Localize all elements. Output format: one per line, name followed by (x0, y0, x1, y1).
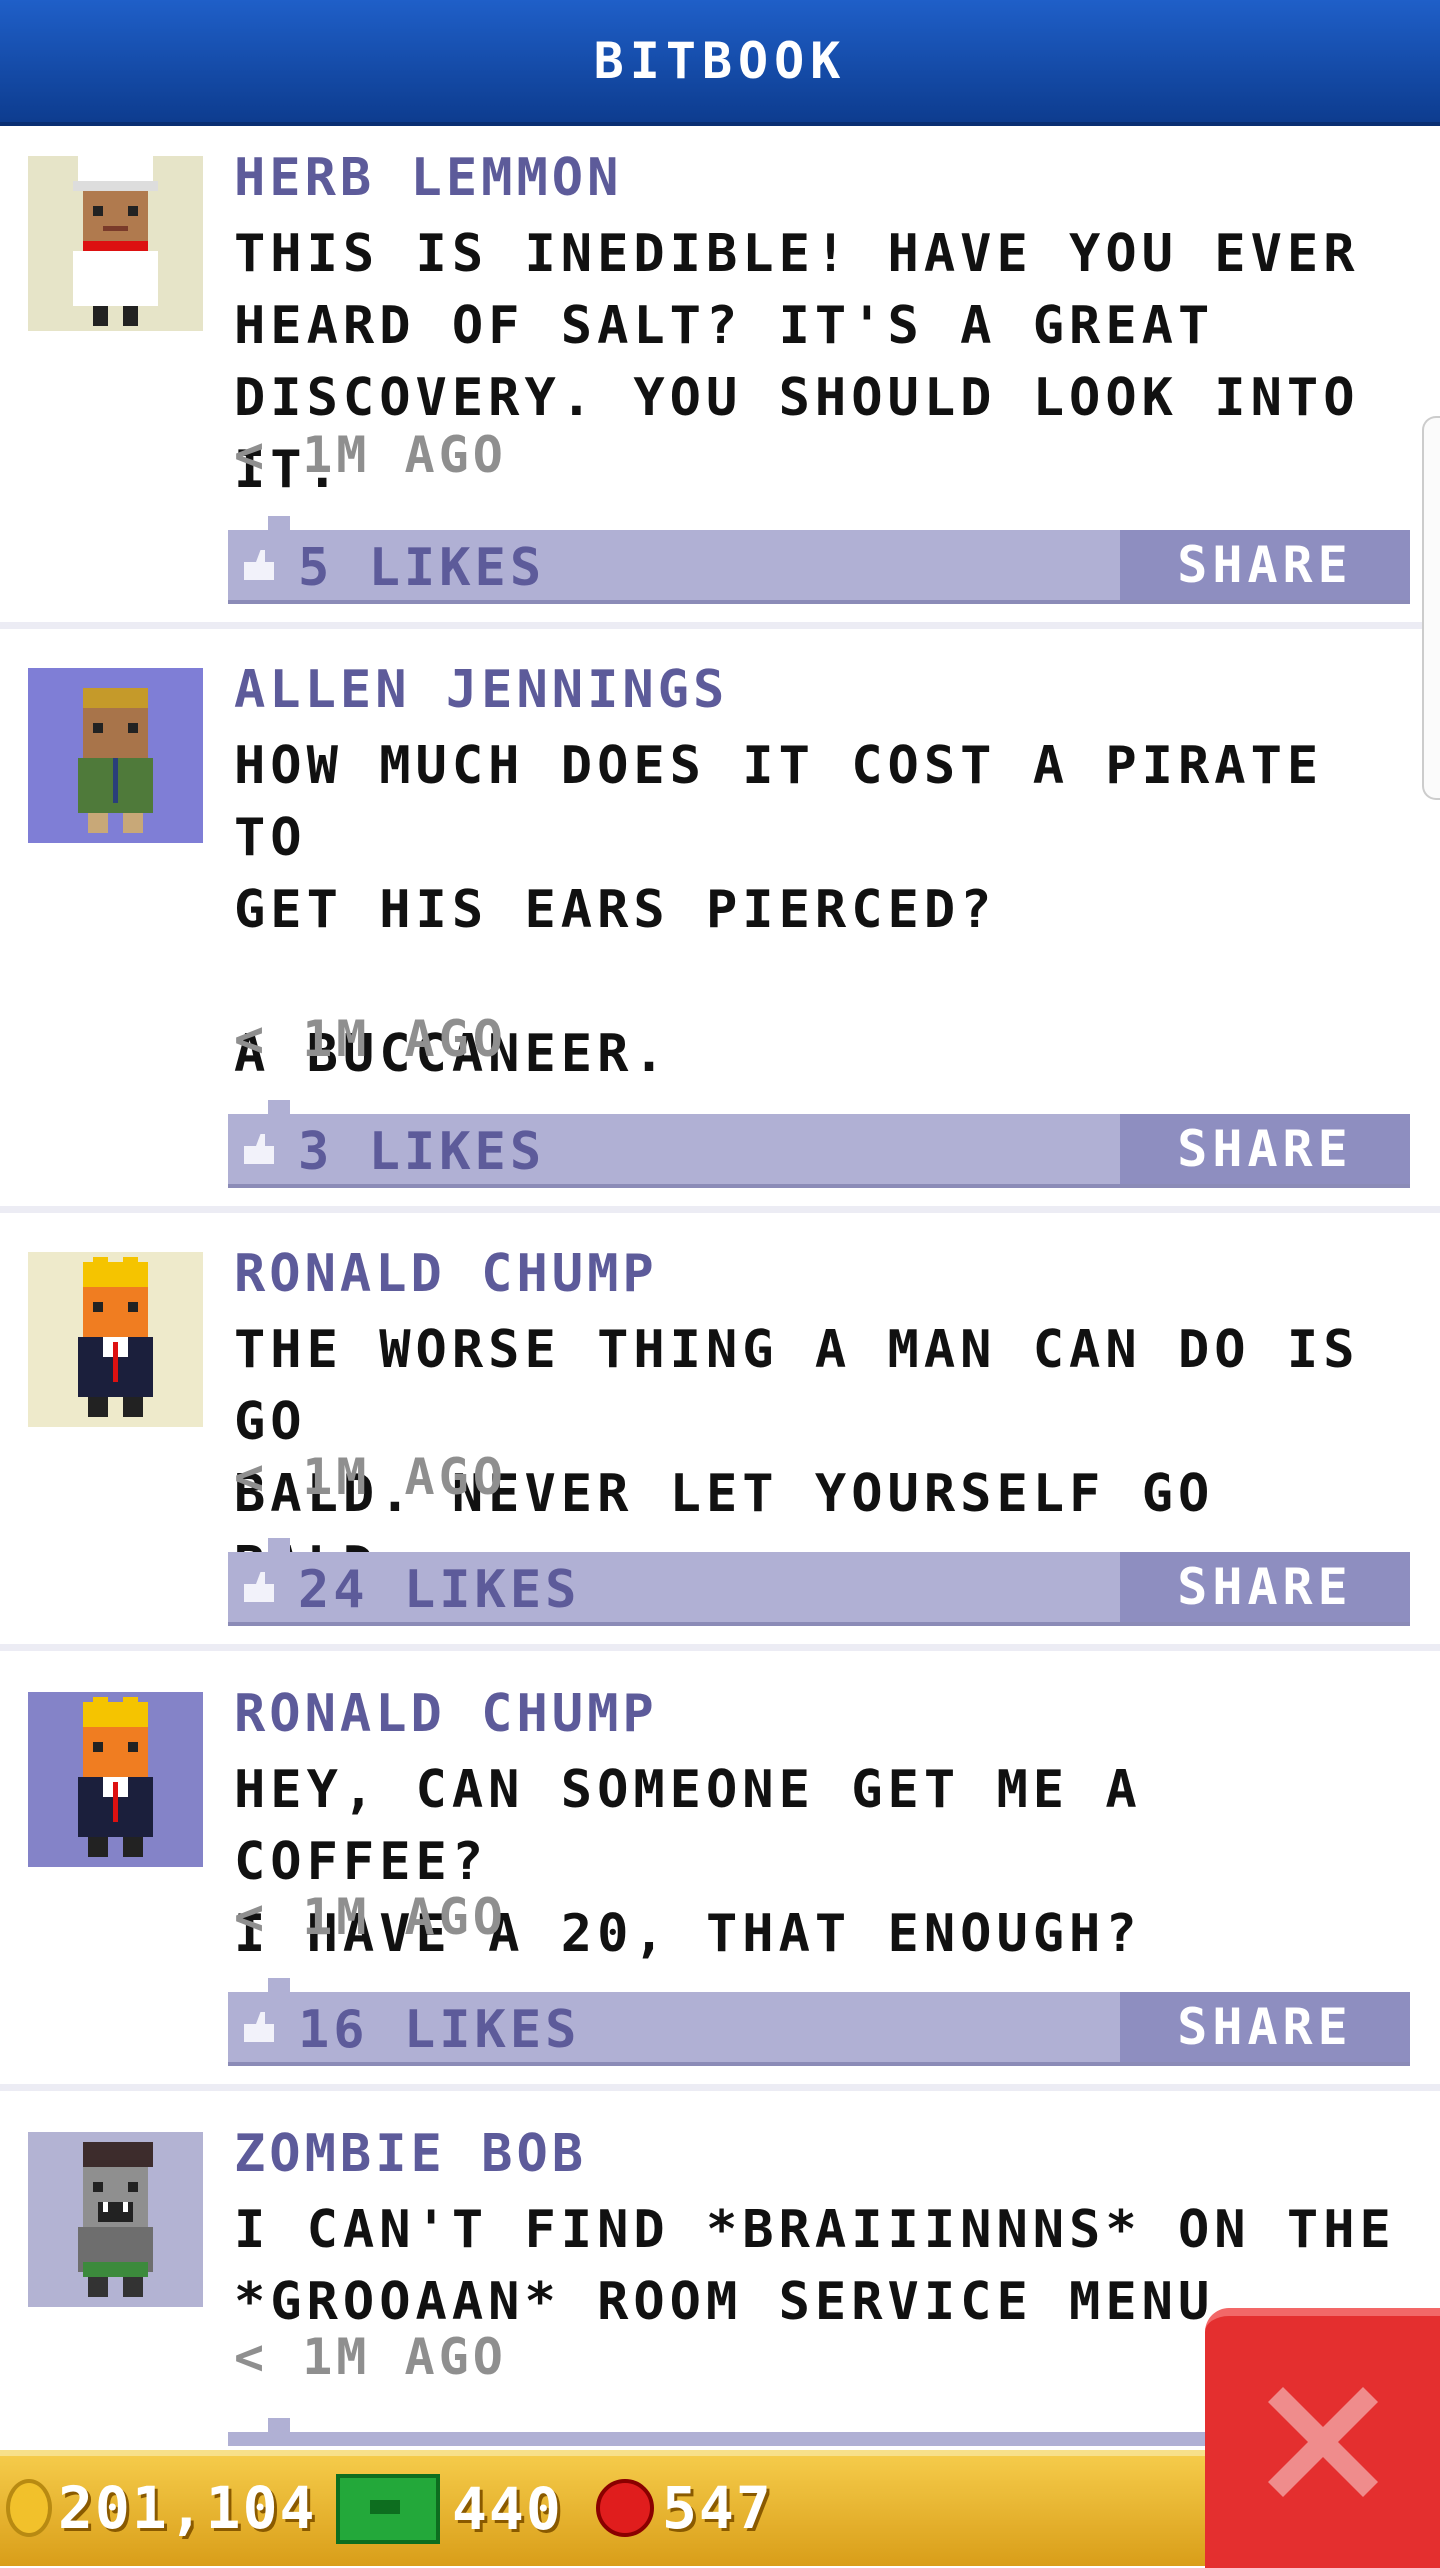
post-author[interactable]: RONALD CHUMP (234, 1684, 658, 1744)
app-title: BITBOOK (593, 32, 847, 90)
blond-businessman-avatar-icon (28, 1252, 203, 1427)
blond-businessman-avatar-icon (28, 1692, 203, 1867)
share-button[interactable]: SHARE (1120, 1992, 1410, 2062)
app-header: BITBOOK (0, 0, 1440, 126)
avatar[interactable] (28, 1252, 203, 1427)
like-count[interactable]: 3 LIKES (298, 1122, 545, 1182)
like-bar-tab (268, 1100, 290, 1114)
close-icon (1267, 2387, 1378, 2497)
bux-count: 440 (452, 2475, 563, 2543)
like-bar: 5 LIKES SHARE (228, 516, 1410, 604)
like-count[interactable]: 5 LIKES (298, 538, 545, 598)
like-count[interactable]: 24 LIKES (298, 1560, 580, 1620)
cash-icon (336, 2474, 440, 2544)
chef-avatar-icon (28, 156, 203, 331)
post-divider (0, 622, 1440, 629)
share-button[interactable]: SHARE (1120, 530, 1410, 600)
post-time: < 1M AGO (234, 426, 507, 484)
thumbs-up-icon[interactable] (244, 2012, 274, 2042)
post-time: < 1M AGO (234, 1888, 507, 1946)
scrollbar[interactable] (1422, 416, 1440, 800)
zombie-avatar-icon (28, 2132, 203, 2307)
post-time: < 1M AGO (234, 1448, 507, 1506)
avatar[interactable] (28, 156, 203, 331)
post-divider (0, 1206, 1440, 1213)
thumbs-up-icon[interactable] (244, 550, 274, 580)
close-button[interactable] (1205, 2308, 1440, 2568)
share-button[interactable]: SHARE (1120, 1114, 1410, 1184)
like-bar: 3 LIKES SHARE (228, 1100, 1410, 1188)
like-bar-tab (268, 1538, 290, 1552)
token-icon (596, 2479, 654, 2537)
post-author[interactable]: RONALD CHUMP (234, 1244, 658, 1304)
coins-stat: 201,104 (6, 2474, 316, 2542)
avatar[interactable] (28, 1692, 203, 1867)
like-count[interactable]: 16 LIKES (298, 2000, 580, 2060)
post-time: < 1M AGO (234, 1010, 507, 1068)
like-bar-tab (268, 1978, 290, 1992)
like-bar: 16 LIKES SHARE (228, 1978, 1410, 2066)
tokens-stat: 547 (596, 2474, 773, 2542)
share-button[interactable]: SHARE (1120, 1552, 1410, 1622)
post-divider (0, 2084, 1440, 2091)
tokens-count: 547 (662, 2474, 773, 2542)
post-author[interactable]: HERB LEMMON (234, 148, 622, 208)
avatar[interactable] (28, 2132, 203, 2307)
coin-icon (6, 2479, 52, 2537)
avatar[interactable] (28, 668, 203, 843)
like-bar: 24 LIKES SHARE (228, 1538, 1410, 1626)
thumbs-up-icon[interactable] (244, 1134, 274, 1164)
post-divider (0, 1644, 1440, 1651)
like-bar-tab (268, 2418, 290, 2432)
coins-count: 201,104 (58, 2474, 317, 2542)
bux-stat: 440 (336, 2474, 563, 2544)
post-author[interactable]: ALLEN JENNINGS (234, 660, 728, 720)
feed[interactable]: HERB LEMMON THIS IS INEDIBLE! HAVE YOU E… (0, 126, 1440, 2446)
post-time: < 1M AGO (234, 2328, 507, 2386)
post-author[interactable]: ZOMBIE BOB (234, 2124, 587, 2184)
like-bar-tab (268, 516, 290, 530)
thumbs-up-icon[interactable] (244, 1572, 274, 1602)
man-avatar-icon (28, 668, 203, 843)
